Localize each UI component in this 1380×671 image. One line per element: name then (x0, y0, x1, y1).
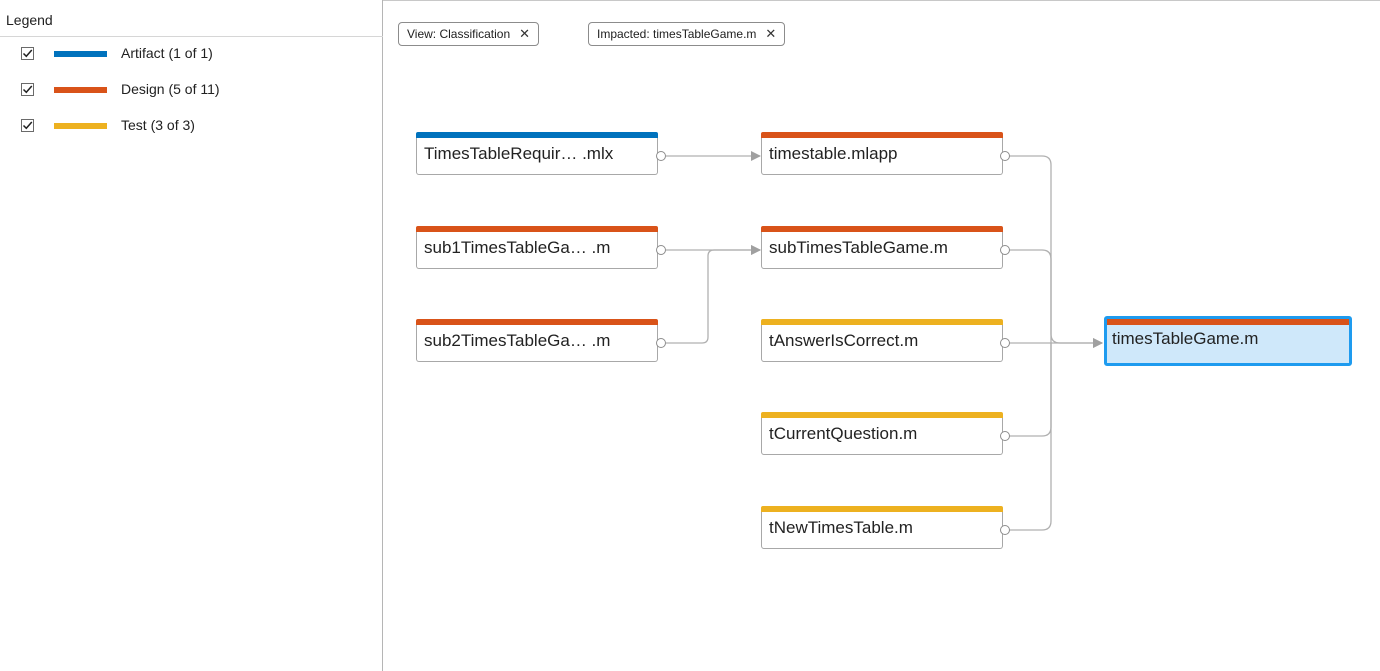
node-category-bar (761, 506, 1003, 512)
output-port[interactable] (1000, 151, 1010, 161)
legend-label-design: Design (5 of 11) (121, 81, 220, 97)
legend-checkbox-artifact[interactable] (21, 47, 34, 60)
node-label: timestable.mlapp (769, 144, 898, 163)
node-label: TimesTableRequir… .mlx (424, 144, 614, 163)
graph-node-timestable[interactable]: timestable.mlapp (761, 132, 1003, 175)
node-category-bar (1107, 319, 1349, 325)
output-port[interactable] (1000, 431, 1010, 441)
node-label: sub2TimesTableGa… .m (424, 331, 611, 350)
output-port[interactable] (656, 151, 666, 161)
legend-divider (0, 36, 383, 37)
output-port[interactable] (1000, 338, 1010, 348)
graph-node-subgame[interactable]: subTimesTableGame.m (761, 226, 1003, 269)
legend-item-design[interactable]: Design (5 of 11) (0, 78, 380, 102)
node-label: tAnswerIsCorrect.m (769, 331, 919, 350)
output-port[interactable] (656, 245, 666, 255)
node-label: timesTableGame.m (1112, 329, 1259, 348)
graph-node-question[interactable]: tCurrentQuestion.m (761, 412, 1003, 455)
node-category-bar (416, 132, 658, 138)
legend-swatch-test (54, 123, 107, 129)
node-category-bar (761, 132, 1003, 138)
node-category-bar (416, 226, 658, 232)
legend-panel: Legend Artifact (1 of 1) Design (5 of 11… (0, 0, 383, 671)
output-port[interactable] (1000, 245, 1010, 255)
output-port[interactable] (1000, 525, 1010, 535)
graph-node-requirements[interactable]: TimesTableRequir… .mlx (416, 132, 658, 175)
legend-item-artifact[interactable]: Artifact (1 of 1) (0, 42, 380, 66)
edge-subgame-to-game (1008, 249, 1052, 343)
graph-node-selected[interactable]: timesTableGame.m (1104, 316, 1352, 366)
checkmark-icon (22, 85, 33, 94)
output-port[interactable] (656, 338, 666, 348)
legend-checkbox-test[interactable] (21, 119, 34, 132)
legend-label-test: Test (3 of 3) (121, 117, 195, 133)
node-label: subTimesTableGame.m (769, 238, 948, 257)
legend-checkbox-design[interactable] (21, 83, 34, 96)
legend-title: Legend (6, 12, 53, 28)
graph-node-sub2[interactable]: sub2TimesTableGa… .m (416, 319, 658, 362)
graph-node-newtable[interactable]: tNewTimesTable.m (761, 506, 1003, 549)
node-category-bar (761, 319, 1003, 325)
node-category-bar (761, 412, 1003, 418)
graph-node-answer[interactable]: tAnswerIsCorrect.m (761, 319, 1003, 362)
node-label: tCurrentQuestion.m (769, 424, 918, 443)
node-label: tNewTimesTable.m (769, 518, 913, 537)
legend-item-test[interactable]: Test (3 of 3) (0, 114, 380, 138)
checkmark-icon (22, 49, 33, 58)
legend-swatch-design (54, 87, 107, 93)
graph-node-sub1[interactable]: sub1TimesTableGa… .m (416, 226, 658, 269)
legend-swatch-artifact (54, 51, 107, 57)
edge-question-to-game (1008, 343, 1052, 437)
node-category-bar (416, 319, 658, 325)
node-category-bar (761, 226, 1003, 232)
node-label: sub1TimesTableGa… .m (424, 238, 611, 257)
edge-sub2-to-subgame (666, 245, 761, 344)
legend-label-artifact: Artifact (1 of 1) (121, 45, 213, 61)
checkmark-icon (22, 121, 33, 130)
graph-canvas[interactable]: View: Classification ✕ Impacted: timesTab… (384, 0, 1380, 671)
